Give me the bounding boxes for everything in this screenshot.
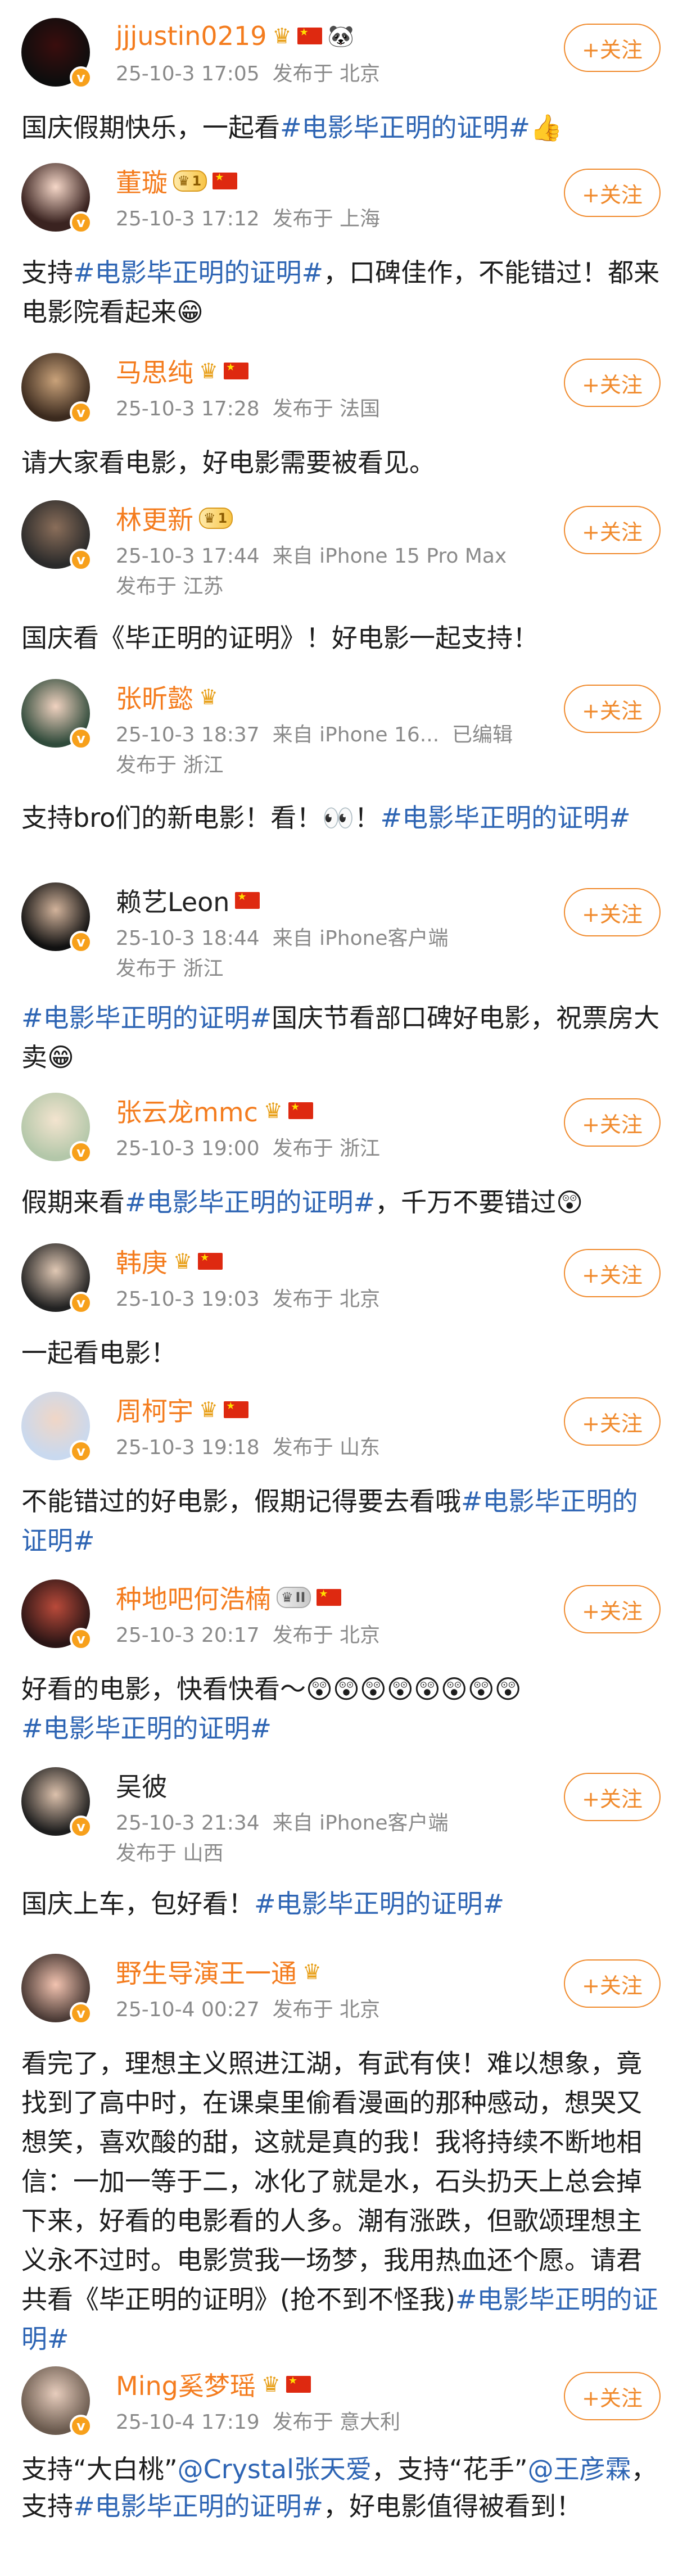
- username[interactable]: 吴彼: [116, 1767, 168, 1804]
- username[interactable]: 种地吧何浩楠: [116, 1579, 271, 1616]
- level-badge: ♛ II: [277, 1587, 311, 1608]
- avatar[interactable]: v: [21, 353, 92, 424]
- avatar[interactable]: v: [21, 18, 92, 89]
- crown-icon: ♛: [261, 2372, 281, 2397]
- follow-button[interactable]: +关注: [564, 685, 661, 733]
- avatar[interactable]: v: [21, 1243, 92, 1314]
- follow-button[interactable]: +关注: [564, 506, 661, 554]
- follow-button[interactable]: +关注: [564, 169, 661, 217]
- panda-icon: 🐼: [327, 23, 354, 48]
- china-flag-icon: [213, 171, 238, 189]
- username[interactable]: 韩庚: [116, 1243, 168, 1280]
- china-flag-icon: [224, 1400, 249, 1418]
- username[interactable]: 林更新: [116, 500, 193, 537]
- hashtag[interactable]: #电影毕正明的证明#: [381, 803, 631, 833]
- follow-button[interactable]: +关注: [564, 359, 661, 407]
- china-flag-icon: [224, 361, 249, 379]
- username[interactable]: 周柯宇: [116, 1391, 193, 1428]
- level-badge: ♛ 1: [199, 508, 233, 529]
- post-text: 支持“大白桃”@Crystal张天爱，支持“花手”@王彦霖，支持#电影毕正明的证…: [21, 2454, 657, 2521]
- follow-button[interactable]: +关注: [564, 1249, 661, 1297]
- hashtag[interactable]: #电影毕正明的证明#: [73, 257, 323, 288]
- avatar[interactable]: v: [21, 1579, 92, 1650]
- verified-icon: v: [70, 1141, 92, 1163]
- post-text: 请大家看电影，好电影需要被看见。: [21, 447, 435, 478]
- follow-button[interactable]: +关注: [564, 1773, 661, 1821]
- post-text: 假期来看#电影毕正明的证明#，千万不要错过😲: [21, 1187, 584, 1217]
- china-flag-icon: [297, 26, 322, 44]
- mention[interactable]: @Crystal张天爱: [178, 2454, 372, 2484]
- username[interactable]: jjjustin0219: [116, 21, 267, 51]
- mention[interactable]: @王彦霖: [528, 2454, 631, 2484]
- avatar[interactable]: v: [21, 1093, 92, 1163]
- username[interactable]: 马思纯: [116, 352, 193, 390]
- china-flag-icon: [235, 891, 260, 909]
- post-text: 国庆看《毕正明的证明》！好电影一起支持！: [21, 623, 539, 653]
- verified-icon: v: [70, 1292, 92, 1314]
- post-text: 国庆上车，包好看！#电影毕正明的证明#: [21, 1889, 505, 1919]
- avatar[interactable]: v: [21, 500, 92, 571]
- hashtag[interactable]: #电影毕正明的证明#: [125, 1187, 375, 1217]
- verified-icon: v: [70, 211, 92, 234]
- username[interactable]: 董璇: [116, 162, 168, 200]
- verified-icon: v: [70, 1628, 92, 1650]
- verified-icon: v: [70, 1816, 92, 1838]
- china-flag-icon: [198, 1252, 223, 1270]
- avatar[interactable]: v: [21, 1392, 92, 1463]
- level-badge: ♛ 1: [173, 170, 207, 192]
- avatar[interactable]: v: [21, 1767, 92, 1838]
- china-flag-icon: [317, 1588, 342, 1606]
- crown-icon: ♛: [173, 1249, 193, 1274]
- post-text: 好看的电影，快看快看～😲😲😲😲😲😲😲😲 #电影毕正明的证明#: [21, 1674, 522, 1744]
- post-text: 国庆假期快乐，一起看#电影毕正明的证明#👍: [21, 112, 563, 143]
- verified-icon: v: [70, 2415, 92, 2437]
- username[interactable]: 赖艺Leon: [116, 882, 229, 919]
- crown-icon: ♛: [263, 1098, 283, 1123]
- follow-button[interactable]: +关注: [564, 24, 661, 72]
- hashtag[interactable]: #电影毕正明的证明#: [254, 1889, 504, 1919]
- post-text: 不能错过的好电影，假期记得要去看哦#电影毕正明的证明#: [21, 1486, 638, 1556]
- crown-icon: ♛: [199, 685, 219, 709]
- post-text: 支持bro们的新电影！看！👀！#电影毕正明的证明#: [21, 803, 631, 833]
- crown-icon: ♛: [272, 24, 292, 48]
- avatar[interactable]: v: [21, 882, 92, 953]
- username[interactable]: 野生导演王一通: [116, 1953, 297, 1990]
- post-text: #电影毕正明的证明#国庆节看部口碑好电影，祝票房大卖😁: [21, 1003, 660, 1072]
- hashtag[interactable]: #电影毕正明的证明#: [73, 2491, 323, 2521]
- post-text: 支持#电影毕正明的证明#，口碑佳作，不能错过！都来电影院看起来😁: [21, 257, 660, 327]
- username[interactable]: Ming奚梦瑶: [116, 2366, 256, 2403]
- hashtag[interactable]: #电影毕正明的证明#: [280, 112, 530, 143]
- verified-icon: v: [70, 931, 92, 953]
- hashtag[interactable]: #电影毕正明的证明#: [21, 1713, 272, 1744]
- verified-icon: v: [70, 1440, 92, 1463]
- crown-icon: ♛: [302, 1959, 322, 1984]
- verified-icon: v: [70, 66, 92, 89]
- verified-icon: v: [70, 2002, 92, 2025]
- crown-icon: ♛: [199, 1397, 219, 1422]
- avatar[interactable]: v: [21, 679, 92, 750]
- verified-icon: v: [70, 549, 92, 571]
- post-text: 一起看电影！: [21, 1338, 177, 1368]
- username[interactable]: 张云龙mmc: [116, 1092, 258, 1129]
- avatar[interactable]: v: [21, 163, 92, 234]
- follow-button[interactable]: +关注: [564, 1959, 661, 2008]
- follow-button[interactable]: +关注: [564, 1585, 661, 1633]
- post-text: 看完了，理想主义照进江湖，有武有侠！难以想象，竟找到了高中时，在课桌里偷看漫画的…: [21, 2048, 658, 2354]
- follow-button[interactable]: +关注: [564, 1098, 661, 1147]
- follow-button[interactable]: +关注: [564, 1397, 661, 1446]
- follow-button[interactable]: +关注: [564, 2372, 661, 2420]
- avatar[interactable]: v: [21, 1954, 92, 2025]
- avatar[interactable]: v: [21, 2366, 92, 2437]
- verified-icon: v: [70, 727, 92, 750]
- username[interactable]: 张昕懿: [116, 678, 193, 716]
- china-flag-icon: [288, 1101, 313, 1119]
- post-meta: 25-10-3 17:05 发布于 北京: [116, 62, 381, 85]
- china-flag-icon: [286, 2375, 311, 2393]
- hashtag[interactable]: #电影毕正明的证明#: [21, 1003, 272, 1033]
- crown-icon: ♛: [199, 359, 219, 383]
- verified-icon: v: [70, 401, 92, 424]
- follow-button[interactable]: +关注: [564, 888, 661, 936]
